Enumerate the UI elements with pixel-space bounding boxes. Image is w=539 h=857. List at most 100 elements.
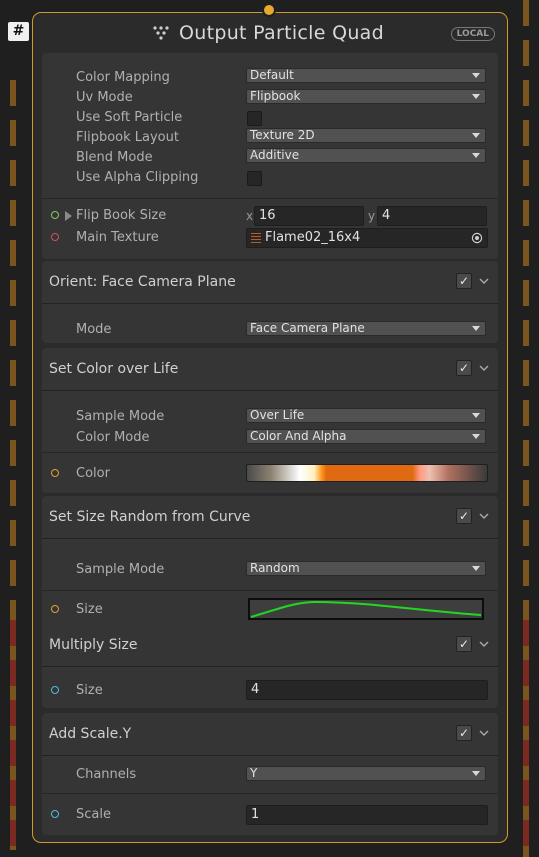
main-texture-value: Flame02_16x4 <box>265 230 361 245</box>
flip-book-y-field[interactable]: 4 <box>377 206 487 226</box>
block-header[interactable]: Add Scale.Y ✓ <box>42 713 498 756</box>
output-particle-quad-node[interactable]: Output Particle Quad LOCAL Color Mapping… <box>32 12 508 843</box>
dropdown-arrow-icon <box>472 153 480 158</box>
dropdown-arrow-icon <box>472 434 480 439</box>
sample-mode-label: Sample Mode <box>76 409 165 424</box>
flip-book-size-label: Flip Book Size <box>76 208 167 223</box>
blend-mode-value: Additive <box>250 148 300 162</box>
scale-value: 1 <box>251 807 260 822</box>
channels-value: Y <box>250 766 258 780</box>
blend-mode-dropdown[interactable]: Additive <box>246 148 486 163</box>
block-header[interactable]: Multiply Size ✓ <box>42 624 498 667</box>
chevron-down-icon[interactable] <box>478 636 490 650</box>
mode-value: Face Camera Plane <box>250 321 365 335</box>
block-title: Set Size Random from Curve <box>49 509 251 525</box>
size-field[interactable]: 4 <box>246 680 488 700</box>
sample-mode-dropdown[interactable]: Over Life <box>246 408 486 423</box>
divider <box>42 590 498 591</box>
uv-mode-dropdown[interactable]: Flipbook <box>246 89 486 104</box>
set-size-random-from-curve-block[interactable]: Set Size Random from Curve ✓ Sample Mode… <box>42 496 498 632</box>
color-mapping-label: Color Mapping <box>76 70 170 85</box>
flip-book-size-port[interactable] <box>51 211 59 219</box>
block-header[interactable]: Set Color over Life ✓ <box>42 348 498 391</box>
flip-book-y-value: 4 <box>382 208 391 223</box>
texture-icon <box>251 233 261 243</box>
blend-mode-label: Blend Mode <box>76 150 153 165</box>
divider <box>42 793 498 794</box>
size-curve-field[interactable] <box>248 598 484 620</box>
dropdown-arrow-icon <box>472 771 480 776</box>
dropdown-arrow-icon <box>472 94 480 99</box>
sample-mode-value: Random <box>250 561 300 575</box>
block-header[interactable]: Orient: Face Camera Plane ✓ <box>42 261 498 304</box>
divider <box>42 198 498 199</box>
chevron-down-icon[interactable] <box>478 508 490 522</box>
use-alpha-clipping-checkbox[interactable] <box>247 171 262 186</box>
chevron-down-icon[interactable] <box>478 360 490 374</box>
block-enabled-checkbox[interactable]: ✓ <box>456 725 472 741</box>
sample-mode-dropdown[interactable]: Random <box>246 561 486 576</box>
scale-port[interactable] <box>51 810 59 818</box>
set-color-over-life-block[interactable]: Set Color over Life ✓ Sample Mode Over L… <box>42 348 498 493</box>
size-label: Size <box>76 602 103 617</box>
edge-right-2 <box>523 620 529 857</box>
target-icon[interactable] <box>471 232 483 244</box>
node-title: Output Particle Quad <box>179 22 384 44</box>
size-port[interactable] <box>51 686 59 694</box>
expand-arrow-icon[interactable] <box>65 211 72 221</box>
color-mode-value: Color And Alpha <box>250 429 347 443</box>
divider <box>42 452 498 453</box>
size-port[interactable] <box>51 605 59 613</box>
color-label: Color <box>76 466 110 481</box>
hash-badge: # <box>8 22 29 41</box>
orient-block[interactable]: Orient: Face Camera Plane ✓ Mode Face Ca… <box>42 261 498 343</box>
flip-book-x-field[interactable]: 16 <box>254 206 364 226</box>
size-label: Size <box>76 683 103 698</box>
use-soft-particle-checkbox[interactable] <box>247 111 262 126</box>
main-texture-port[interactable] <box>51 233 59 241</box>
use-alpha-clipping-label: Use Alpha Clipping <box>76 170 199 185</box>
block-enabled-checkbox[interactable]: ✓ <box>456 508 472 524</box>
block-header[interactable]: Set Size Random from Curve ✓ <box>42 496 498 539</box>
main-texture-field[interactable]: Flame02_16x4 <box>246 228 488 248</box>
multiply-size-block[interactable]: Multiply Size ✓ Size 4 <box>42 624 498 708</box>
flipbook-layout-value: Texture 2D <box>250 128 315 142</box>
block-title: Orient: Face Camera Plane <box>49 274 236 290</box>
flipbook-layout-dropdown[interactable]: Texture 2D <box>246 128 486 143</box>
color-mapping-dropdown[interactable]: Default <box>246 68 486 83</box>
edge-left-2 <box>10 620 16 850</box>
dropdown-arrow-icon <box>472 326 480 331</box>
block-enabled-checkbox[interactable]: ✓ <box>456 360 472 376</box>
flip-book-y-axis-label: y <box>368 209 376 223</box>
mode-label: Mode <box>76 322 112 337</box>
color-port[interactable] <box>51 469 59 477</box>
size-curve <box>250 600 482 618</box>
particle-dots-icon <box>153 26 169 40</box>
block-title: Add Scale.Y <box>49 726 132 742</box>
block-enabled-checkbox[interactable]: ✓ <box>456 636 472 652</box>
scale-field[interactable]: 1 <box>246 805 488 825</box>
flow-input-port[interactable] <box>262 3 276 17</box>
flip-book-x-value: 16 <box>259 208 276 223</box>
chevron-down-icon[interactable] <box>478 273 490 287</box>
chevron-down-icon[interactable] <box>478 725 490 739</box>
use-soft-particle-label: Use Soft Particle <box>76 110 183 125</box>
dropdown-arrow-icon <box>472 413 480 418</box>
node-title-bar[interactable]: Output Particle Quad LOCAL <box>33 13 507 53</box>
size-value: 4 <box>251 682 260 697</box>
sample-mode-value: Over Life <box>250 408 305 422</box>
block-title: Multiply Size <box>49 637 138 653</box>
color-gradient-field[interactable] <box>246 464 488 482</box>
main-texture-label: Main Texture <box>76 230 159 245</box>
mode-dropdown[interactable]: Face Camera Plane <box>246 321 486 336</box>
channels-label: Channels <box>76 767 137 782</box>
block-enabled-checkbox[interactable]: ✓ <box>456 273 472 289</box>
uv-mode-label: Uv Mode <box>76 90 133 105</box>
add-scale-y-block[interactable]: Add Scale.Y ✓ Channels Y Scale 1 <box>42 713 498 835</box>
settings-section: Color Mapping Default Uv Mode Flipbook U… <box>42 53 498 259</box>
dropdown-arrow-icon <box>472 73 480 78</box>
color-mode-dropdown[interactable]: Color And Alpha <box>246 429 486 444</box>
flip-book-x-axis-label: x <box>246 209 254 223</box>
channels-dropdown[interactable]: Y <box>246 766 486 781</box>
local-badge[interactable]: LOCAL <box>450 27 495 41</box>
